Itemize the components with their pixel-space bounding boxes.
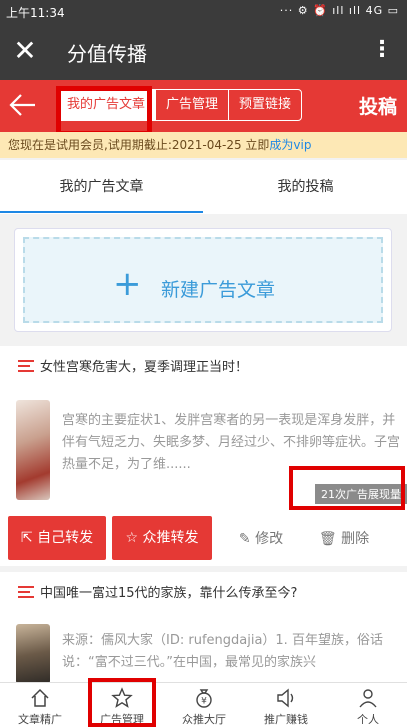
article-card: 女性宫寒危害大，夏季调理正当时！ 宫寒的主要症状1、发胖宫寒者的另一表现是浑身发… <box>0 346 407 566</box>
article-card: 中国唯一富过15代的家族，靠什么传承至今? 来源：儒风大家（ID: rufeng… <box>0 572 407 684</box>
user-icon <box>359 689 377 708</box>
back-arrow-icon[interactable] <box>5 88 39 122</box>
plus-icon: + <box>113 264 142 304</box>
trash-icon: 🗑 <box>318 531 342 547</box>
nav-label: 文章精广 <box>18 713 62 726</box>
nav-label: 推广赚钱 <box>264 713 308 726</box>
status-icons: ··· ⚙ ⏰ ıll ıll 4G ▭ <box>279 4 399 17</box>
more-icon[interactable]: ⋮ <box>371 36 393 64</box>
article-actions: ⇱ 自己转发 ☆ 众推转发 ✎ 修改 🗑 删除 <box>8 514 407 562</box>
highlight-box <box>56 86 152 136</box>
list-icon <box>18 359 34 372</box>
nav-article-promo[interactable]: 文章精广 <box>0 683 80 727</box>
svg-text:¥: ¥ <box>201 697 207 707</box>
highlight-box <box>289 466 405 510</box>
bottom-nav: 文章精广 广告管理 ¥ 众推大厅 推广赚钱 个人 <box>0 682 407 727</box>
article-excerpt: 来源：儒风大家（ID: rufengdajia）1. 百年望族，俗话说：“富不过… <box>62 633 383 670</box>
tab-preset-links[interactable]: 预置链接 <box>229 90 301 120</box>
page-title: 分值传播 <box>67 42 147 66</box>
article-title-row[interactable]: 女性宫寒危害大，夏季调理正当时！ <box>18 356 248 375</box>
delete-button[interactable]: 🗑 删除 <box>304 528 384 548</box>
forward-push-button[interactable]: ☆ 众推转发 <box>112 516 212 560</box>
close-icon[interactable]: ✕ <box>10 34 40 68</box>
subtab-my-ad-articles[interactable]: 我的广告文章 <box>0 160 203 214</box>
active-tab-indicator <box>0 211 203 213</box>
speaker-icon <box>277 688 294 708</box>
nav-label: 众推大厅 <box>182 713 226 726</box>
forward-push-label: 众推转发 <box>142 530 199 546</box>
new-article-label: 新建广告文章 <box>161 279 276 301</box>
nav-promote-earn[interactable]: 推广赚钱 <box>246 683 326 727</box>
notice-text: 您现在是试用会员,试用期截止:2021-04-25 立即 <box>8 138 270 152</box>
star-icon: ☆ <box>125 530 143 546</box>
article-thumbnail[interactable] <box>16 624 50 684</box>
forward-self-label: 自己转发 <box>37 530 94 546</box>
status-bar: 上午11:34 ··· ⚙ ⏰ ıll ıll 4G ▭ <box>0 0 407 24</box>
sub-tabs: 我的广告文章 我的投稿 <box>0 160 407 214</box>
article-thumbnail[interactable] <box>16 400 50 500</box>
home-icon <box>31 688 49 707</box>
new-article-box: + 新建广告文章 <box>23 237 383 323</box>
article-title-row[interactable]: 中国唯一富过15代的家族，靠什么传承至今? <box>18 582 297 601</box>
become-vip-link[interactable]: 成为vip <box>269 138 311 152</box>
forward-self-button[interactable]: ⇱ 自己转发 <box>8 516 106 560</box>
share-icon: ⇱ <box>20 530 38 546</box>
edit-icon: ✎ <box>238 531 256 547</box>
article-title: 女性宫寒危害大，夏季调理正当时！ <box>40 360 249 375</box>
nav-label: 个人 <box>357 713 379 726</box>
edit-label: 修改 <box>255 531 284 547</box>
delete-label: 删除 <box>341 531 370 547</box>
status-time: 上午11:34 <box>6 6 65 20</box>
highlight-box <box>88 678 156 727</box>
nav-personal[interactable]: 个人 <box>328 683 407 727</box>
app-title-bar: ✕ 分值传播 ⋮ <box>0 24 407 80</box>
edit-button[interactable]: ✎ 修改 <box>218 528 304 548</box>
new-article-button[interactable]: + 新建广告文章 <box>14 228 392 332</box>
subtab-my-submissions[interactable]: 我的投稿 <box>204 160 407 214</box>
list-icon <box>18 585 34 598</box>
trial-notice: 您现在是试用会员,试用期截止:2021-04-25 立即成为vip <box>0 132 407 158</box>
tab-ad-management[interactable]: 广告管理 <box>156 90 230 120</box>
money-bag-icon: ¥ <box>196 689 212 708</box>
post-button[interactable]: 投稿 <box>359 92 397 119</box>
article-title: 中国唯一富过15代的家族，靠什么传承至今? <box>40 586 298 601</box>
nav-crowd-hall[interactable]: ¥ 众推大厅 <box>164 683 244 727</box>
